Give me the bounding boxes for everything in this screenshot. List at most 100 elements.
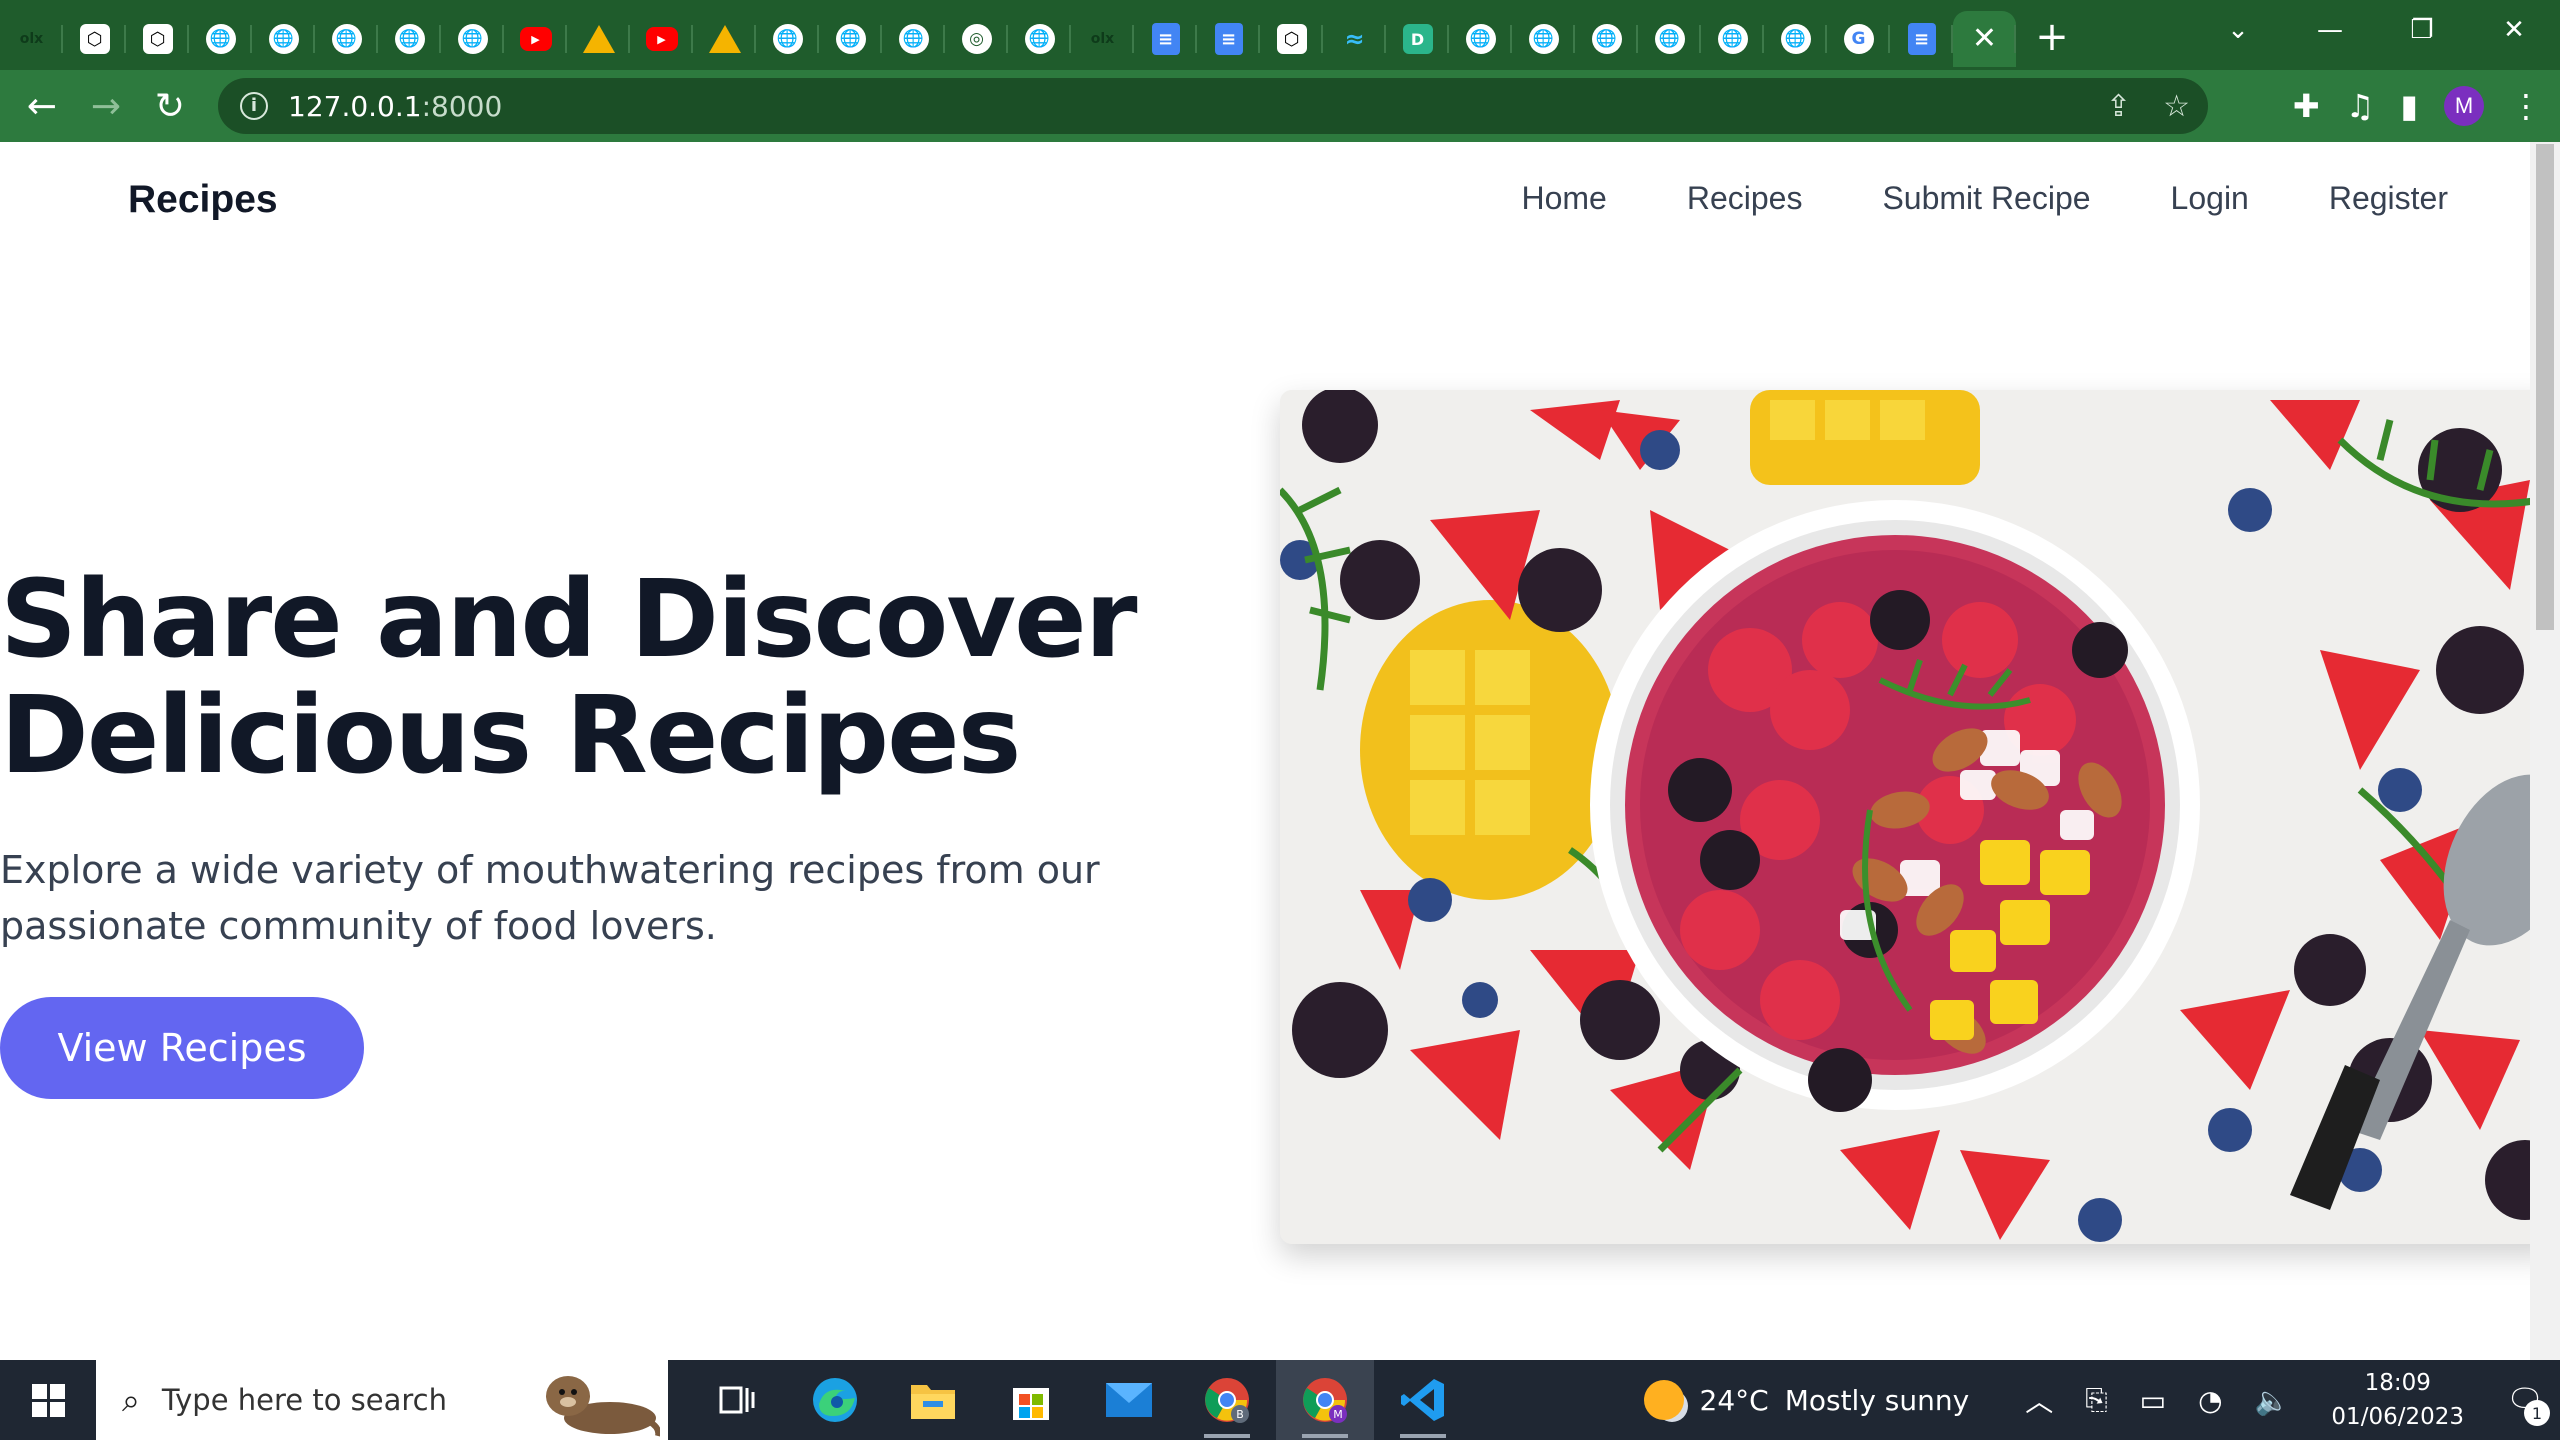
browser-tab[interactable]: D (1386, 11, 1449, 67)
browser-tab[interactable]: 🌐 (315, 11, 378, 67)
globe-icon: 🌐 (331, 24, 362, 54)
browser-tab[interactable]: 🌐 (756, 11, 819, 67)
nav-recipes[interactable]: Recipes (1687, 180, 1803, 217)
share-icon[interactable]: ⇪ (2106, 89, 2131, 124)
browser-tab[interactable]: 🌐 (819, 11, 882, 67)
browser-tab[interactable]: ▶ (630, 11, 693, 67)
browser-tab[interactable]: G (1827, 11, 1890, 67)
browser-tab[interactable]: 🌐 (1638, 11, 1701, 67)
weather-widget[interactable]: 24°C Mostly sunny (1643, 1380, 1969, 1420)
site-info-icon[interactable]: i (240, 92, 268, 120)
media-controls-icon[interactable]: ♫ (2346, 87, 2375, 125)
tailwind-icon: ≈ (1344, 25, 1365, 53)
windows-taskbar: ⌕ Type here to search B M 24°C Mostly su… (0, 1360, 2560, 1440)
back-icon[interactable]: ← (10, 74, 74, 138)
weather-temperature: 24°C (1699, 1383, 1769, 1417)
browser-tab[interactable] (693, 11, 756, 67)
wifi-icon[interactable]: ◔ (2198, 1384, 2222, 1417)
browser-tab[interactable]: ⬡ (1260, 11, 1323, 67)
web-page: Recipes Home Recipes Submit Recipe Login… (0, 142, 2560, 1360)
windows-logo-icon (31, 1383, 65, 1417)
show-hidden-icons-icon[interactable]: ︿ (2025, 1380, 2053, 1420)
vscode-icon[interactable] (1374, 1360, 1472, 1440)
address-bar[interactable]: i 127.0.0.1:8000 ⇪ ☆ (218, 78, 2208, 134)
chrome-profile-b-icon[interactable]: B (1178, 1360, 1276, 1440)
new-tab-button[interactable]: + (2022, 17, 2082, 57)
tab-list: olx ⬡ ⬡ 🌐 🌐 🌐 🌐 🌐 ▶ ▶ 🌐 🌐 🌐 ◎ 🌐 olx ≡ ≡ ⬡ ≈ D 🌐 🌐 🌐 🌐 🌐 🌐 G ≡ (0, 0, 1953, 70)
active-tab[interactable]: ✕ (1953, 11, 2016, 67)
microsoft-store-icon[interactable] (982, 1360, 1080, 1440)
browser-tab[interactable]: ≈ (1323, 11, 1386, 67)
browser-tab[interactable]: 🌐 (378, 11, 441, 67)
browser-tab[interactable]: 🌐 (1764, 11, 1827, 67)
search-icon: ⌕ (122, 1380, 140, 1419)
browser-tab[interactable]: ⬡ (63, 11, 126, 67)
browser-tab[interactable]: ▶ (504, 11, 567, 67)
profile-avatar[interactable]: M (2444, 86, 2484, 126)
task-view-icon[interactable] (688, 1360, 786, 1440)
site-brand[interactable]: Recipes (128, 178, 278, 222)
nav-submit-recipe[interactable]: Submit Recipe (1882, 180, 2090, 217)
close-window-icon[interactable]: ✕ (2468, 15, 2560, 45)
start-button[interactable] (0, 1360, 96, 1440)
browser-tab[interactable]: 🌐 (189, 11, 252, 67)
browser-tab[interactable]: 🌐 (1512, 11, 1575, 67)
mail-icon[interactable] (1080, 1360, 1178, 1440)
chrome-profile-m-icon[interactable]: M (1276, 1360, 1374, 1440)
olx-icon: olx (1090, 31, 1115, 47)
page-scrollbar[interactable] (2530, 142, 2560, 1360)
browser-tab[interactable] (567, 11, 630, 67)
notification-count-badge: 1 (2524, 1400, 2550, 1426)
browser-tab[interactable]: ⬡ (126, 11, 189, 67)
meet-now-icon[interactable]: ⎘ (2085, 1383, 2107, 1417)
battery-icon[interactable]: ▭ (2140, 1384, 2166, 1417)
notifications-icon[interactable]: 🗨 1 (2490, 1360, 2560, 1440)
browser-tab[interactable]: 🌐 (441, 11, 504, 67)
globe-icon: 🌐 (394, 24, 425, 54)
browser-tab[interactable]: ◎ (945, 11, 1008, 67)
volume-icon[interactable]: 🔈 (2255, 1384, 2290, 1417)
scrollbar-thumb[interactable] (2536, 144, 2554, 630)
url-text[interactable]: 127.0.0.1:8000 (288, 90, 502, 123)
globe-icon: 🌐 (898, 24, 929, 54)
forward-icon[interactable]: → (74, 74, 138, 138)
menu-icon[interactable]: ⋮ (2510, 87, 2542, 125)
hero-title: Share and Discover Delicious Recipes (0, 558, 1137, 798)
youtube-icon: ▶ (645, 27, 678, 51)
minimize-icon[interactable]: — (2284, 15, 2376, 45)
browser-tab[interactable]: ≡ (1134, 11, 1197, 67)
window-controls: ⌄ — ❐ ✕ (2192, 0, 2560, 60)
browser-tab[interactable]: 🌐 (1575, 11, 1638, 67)
svg-text:M: M (1333, 1408, 1343, 1421)
clock[interactable]: 18:09 01/06/2023 (2331, 1366, 2464, 1434)
browser-tab[interactable]: 🌐 (1701, 11, 1764, 67)
reload-icon[interactable]: ↻ (138, 74, 202, 138)
close-tab-icon[interactable]: ✕ (1972, 24, 1997, 54)
hero-subtitle: Explore a wide variety of mouthwatering … (0, 848, 1100, 948)
side-panel-icon[interactable]: ▮ (2400, 87, 2418, 125)
edge-icon[interactable] (786, 1360, 884, 1440)
globe-icon: 🌐 (1528, 24, 1559, 54)
browser-tab[interactable]: ≡ (1890, 11, 1953, 67)
nav-register[interactable]: Register (2329, 180, 2448, 217)
browser-tab[interactable]: olx (0, 11, 63, 67)
file-explorer-icon[interactable] (884, 1360, 982, 1440)
bookmark-star-icon[interactable]: ☆ (2163, 89, 2190, 124)
browser-tab[interactable]: 🌐 (252, 11, 315, 67)
browser-tab[interactable]: 🌐 (882, 11, 945, 67)
browser-tab[interactable]: 🌐 (1449, 11, 1512, 67)
browser-tab[interactable]: 🌐 (1008, 11, 1071, 67)
view-recipes-button[interactable]: View Recipes (0, 997, 364, 1099)
taskbar-search[interactable]: ⌕ Type here to search (96, 1360, 668, 1440)
url-port: :8000 (421, 89, 503, 123)
extensions-icon[interactable]: ✚ (2293, 87, 2320, 125)
search-placeholder: Type here to search (161, 1383, 447, 1417)
nav-home[interactable]: Home (1521, 180, 1606, 217)
browser-tab[interactable]: ≡ (1197, 11, 1260, 67)
fruit-bowl-illustration (1280, 390, 2560, 1244)
nav-login[interactable]: Login (2171, 180, 2249, 217)
tab-search-icon[interactable]: ⌄ (2192, 15, 2284, 45)
browser-tab[interactable]: olx (1071, 11, 1134, 67)
google-docs-icon: ≡ (1214, 23, 1243, 55)
restore-icon[interactable]: ❐ (2376, 15, 2468, 45)
